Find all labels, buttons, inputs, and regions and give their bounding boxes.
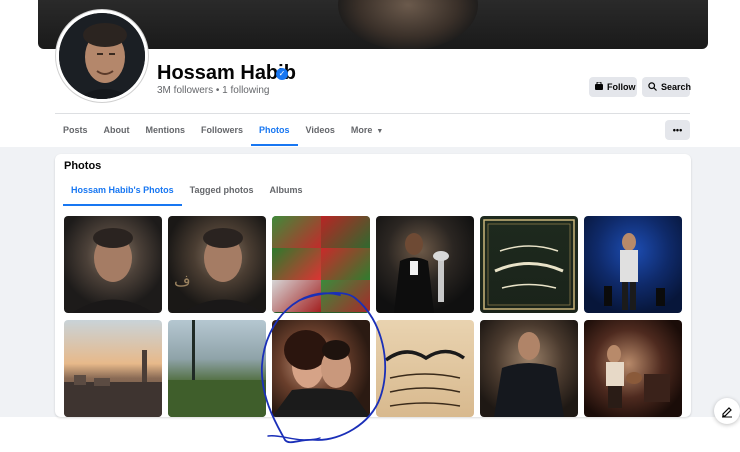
header-divider xyxy=(55,113,690,114)
search-button[interactable]: Search xyxy=(642,77,692,97)
photo-thumbnail[interactable] xyxy=(168,320,266,417)
photo-thumbnail[interactable] xyxy=(64,320,162,417)
tab-about[interactable]: About xyxy=(96,118,138,146)
follow-button[interactable]: Follow xyxy=(589,77,637,97)
more-options-button[interactable]: ••• xyxy=(665,120,690,140)
tab-photos[interactable]: Photos xyxy=(251,118,298,146)
photos-subtabs: Hossam Habib's Photos Tagged photos Albu… xyxy=(63,182,311,206)
photos-section: Photos Hossam Habib's Photos Tagged phot… xyxy=(55,154,691,417)
tab-more-label: More xyxy=(350,125,373,135)
photo-thumbnail[interactable] xyxy=(584,320,682,417)
photo-thumbnail[interactable] xyxy=(64,216,162,313)
tab-mentions[interactable]: Mentions xyxy=(138,118,194,146)
tab-more[interactable]: More ▼ xyxy=(343,118,391,146)
photo-thumbnail[interactable]: ف xyxy=(168,216,266,313)
tab-followers[interactable]: Followers xyxy=(193,118,251,146)
search-button-label: Search xyxy=(661,82,692,92)
photo-thumbnail[interactable] xyxy=(376,320,474,417)
photos-title: Photos xyxy=(64,160,102,172)
edit-icon[interactable] xyxy=(714,398,740,424)
photo-thumbnail[interactable] xyxy=(272,320,370,417)
follower-count[interactable]: 3M followers • 1 following xyxy=(157,85,269,96)
subtab-tagged-photos[interactable]: Tagged photos xyxy=(182,182,262,206)
profile-tabs: Posts About Mentions Followers Photos Vi… xyxy=(55,118,391,146)
subtab-own-photos[interactable]: Hossam Habib's Photos xyxy=(63,182,182,206)
avatar[interactable] xyxy=(56,10,148,102)
svg-text:ف: ف xyxy=(174,271,191,290)
photo-thumbnail[interactable] xyxy=(584,216,682,313)
verified-badge-icon: ✓ xyxy=(276,68,288,80)
subtab-albums[interactable]: Albums xyxy=(262,182,311,206)
photo-thumbnail[interactable] xyxy=(480,216,578,313)
tab-posts[interactable]: Posts xyxy=(55,118,96,146)
photo-thumbnail[interactable] xyxy=(480,320,578,417)
follow-icon xyxy=(595,81,603,92)
photo-thumbnail[interactable] xyxy=(376,216,474,313)
more-options-icon: ••• xyxy=(672,125,683,135)
follow-button-label: Follow xyxy=(607,82,636,92)
search-icon xyxy=(648,81,657,93)
tab-videos[interactable]: Videos xyxy=(298,118,343,146)
caret-down-icon: ▼ xyxy=(374,128,384,135)
photo-thumbnail[interactable] xyxy=(272,216,370,313)
